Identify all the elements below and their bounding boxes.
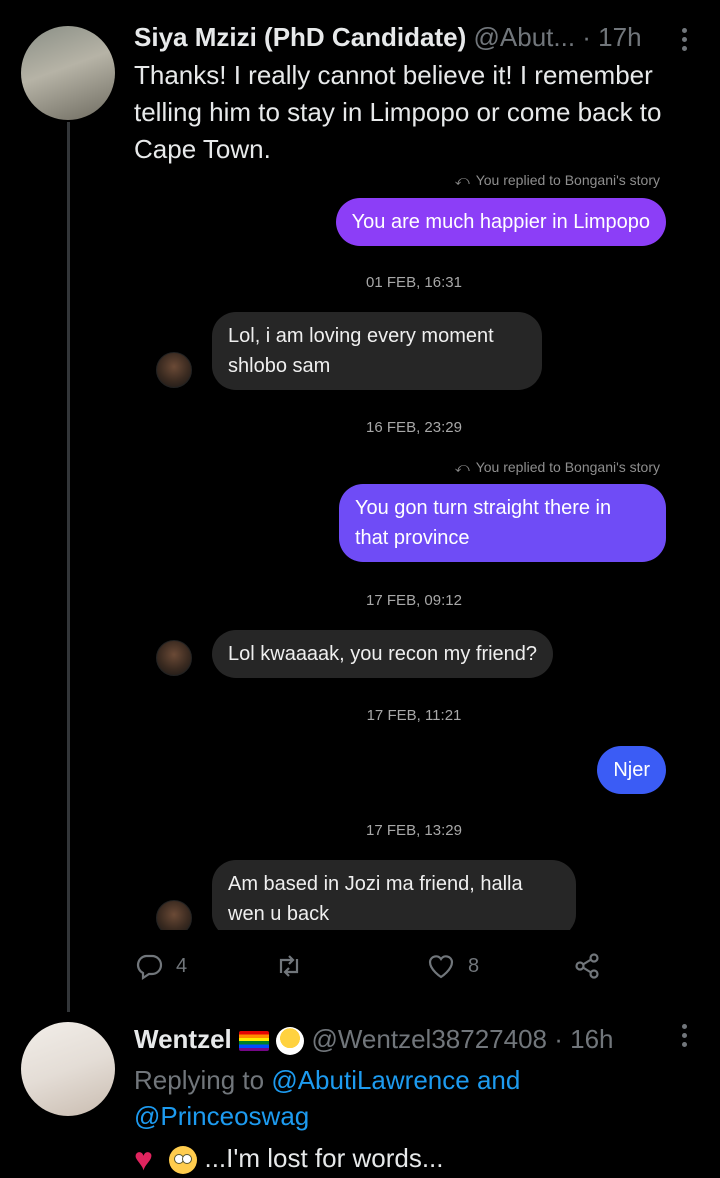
retweet-button[interactable] <box>274 948 316 984</box>
sender-avatar <box>156 900 192 930</box>
tweet-header: Siya Mzizi (PhD Candidate) @Abut... · 17… <box>134 22 642 53</box>
timestamp[interactable]: · 17h <box>582 22 641 52</box>
tweet-text: ...I'm lost for words... <box>134 1140 704 1178</box>
avatar[interactable] <box>21 1022 115 1116</box>
like-button[interactable]: 8 <box>426 948 479 984</box>
mention-link[interactable]: @Princeoswag <box>134 1101 309 1131</box>
story-reply-note: ⤺ You replied to Bongani's story <box>454 459 660 475</box>
share-icon <box>575 953 599 979</box>
face-rolling-eyes-icon <box>169 1146 198 1175</box>
replying-to: Replying to @AbutiLawrence and @Princeos… <box>134 1065 521 1131</box>
message-timestamp: 17 FEB, 11:21 <box>366 707 462 724</box>
message-out: Njer <box>597 746 666 794</box>
timestamp[interactable]: · 16h <box>554 1024 613 1054</box>
retweet-icon <box>279 955 299 977</box>
reply-count: 4 <box>176 954 188 977</box>
broken-heart-icon <box>134 1141 162 1178</box>
tweet-actions: 4 8 <box>134 948 614 984</box>
message-timestamp: 17 FEB, 13:29 <box>366 822 462 839</box>
story-reply-note: ⤺ You replied to Bongani's story <box>454 172 660 188</box>
thread-connector <box>67 122 70 1012</box>
message-timestamp: 16 FEB, 23:29 <box>366 419 462 436</box>
message-out: You gon turn straight there in that prov… <box>339 484 666 562</box>
message-timestamp: 17 FEB, 09:12 <box>366 592 462 609</box>
reply-arrow-icon: ⤺ <box>454 459 470 475</box>
display-name[interactable]: Wentzel <box>134 1024 232 1054</box>
mention-link[interactable]: @AbutiLawrence <box>271 1065 469 1095</box>
hatching-chick-icon <box>276 1027 305 1056</box>
tweet-header: Wentzel @Wentzel38727408 · 16h <box>134 1024 614 1056</box>
reply-button[interactable]: 4 <box>134 948 187 984</box>
avatar[interactable] <box>21 26 115 120</box>
like-count: 8 <box>468 954 480 977</box>
share-button[interactable] <box>572 948 602 984</box>
reply-icon <box>136 954 163 981</box>
message-timestamp: 01 FEB, 16:31 <box>366 274 462 291</box>
rainbow-flag-icon <box>239 1031 269 1052</box>
message-in: Lol, i am loving every moment shlobo sam <box>212 312 542 390</box>
message-in: Lol kwaaaak, you recon my friend? <box>212 630 554 678</box>
message-out: You are much happier in Limpopo <box>335 198 666 246</box>
more-icon[interactable] <box>682 28 688 52</box>
reply-arrow-icon: ⤺ <box>454 172 470 188</box>
handle[interactable]: @Wentzel38727408 <box>311 1024 547 1054</box>
message-in: Am based in Jozi ma friend, halla wen u … <box>212 860 576 930</box>
tweet-text: Thanks! I really cannot believe it! I re… <box>134 60 662 164</box>
sender-avatar <box>156 352 192 388</box>
more-icon[interactable] <box>682 1024 688 1048</box>
like-icon <box>428 955 454 979</box>
dm-screenshot: ⤺ You replied to Bongani's story You are … <box>134 168 706 930</box>
display-name[interactable]: Siya Mzizi (PhD Candidate) <box>134 22 466 52</box>
handle[interactable]: @Abut... <box>474 22 576 52</box>
sender-avatar <box>156 640 192 676</box>
